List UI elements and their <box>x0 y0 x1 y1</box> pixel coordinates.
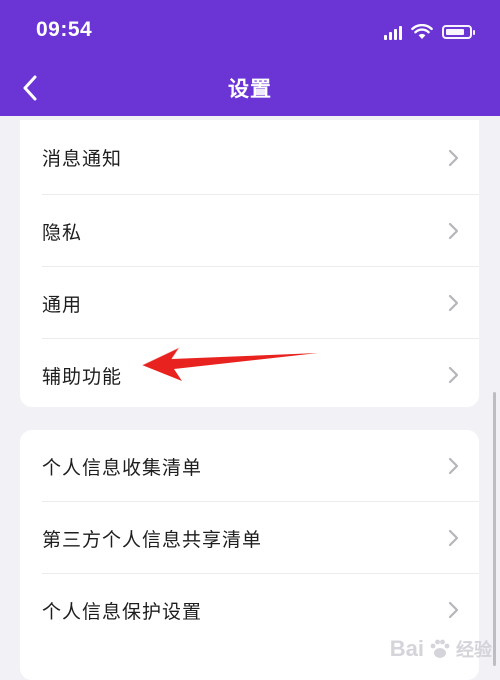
settings-item-label: 个人信息收集清单 <box>42 456 203 479</box>
settings-item-general[interactable]: 通用 <box>20 267 479 339</box>
chevron-right-icon <box>448 601 459 619</box>
wifi-icon <box>411 24 433 39</box>
chevron-right-icon <box>448 222 459 240</box>
settings-item-label: 通用 <box>42 293 83 316</box>
top-app-bar: 09:54 设置 <box>0 0 500 116</box>
battery-icon <box>442 25 475 39</box>
scrollbar[interactable] <box>493 392 496 666</box>
status-time: 09:54 <box>36 18 93 41</box>
watermark-brand: Bai <box>389 636 424 661</box>
settings-item-label: 第三方个人信息共享清单 <box>42 528 263 551</box>
paw-icon <box>430 639 450 658</box>
watermark-suffix: 经验 <box>456 640 492 661</box>
chevron-right-icon <box>448 529 459 547</box>
watermark: Bai 经验 <box>390 636 492 662</box>
settings-item-label: 个人信息保护设置 <box>42 600 203 623</box>
settings-group-general: 消息通知 隐私 通用 辅助功能 <box>20 120 479 407</box>
settings-item-third-party-sharing-list[interactable]: 第三方个人信息共享清单 <box>20 502 479 574</box>
page-title: 设置 <box>228 77 272 101</box>
settings-item-privacy[interactable]: 隐私 <box>20 195 479 267</box>
signal-icon <box>384 24 402 40</box>
settings-item-label: 辅助功能 <box>42 365 123 388</box>
settings-item-personal-info-list[interactable]: 个人信息收集清单 <box>20 430 479 502</box>
status-icons <box>384 20 475 44</box>
chevron-right-icon <box>448 366 459 384</box>
settings-item-notifications[interactable]: 消息通知 <box>20 120 479 195</box>
settings-item-label: 隐私 <box>42 221 83 244</box>
chevron-right-icon <box>448 294 459 312</box>
settings-item-label: 消息通知 <box>42 148 123 170</box>
chevron-right-icon <box>448 149 459 166</box>
chevron-right-icon <box>448 457 459 475</box>
settings-item-accessibility[interactable]: 辅助功能 <box>20 339 479 407</box>
